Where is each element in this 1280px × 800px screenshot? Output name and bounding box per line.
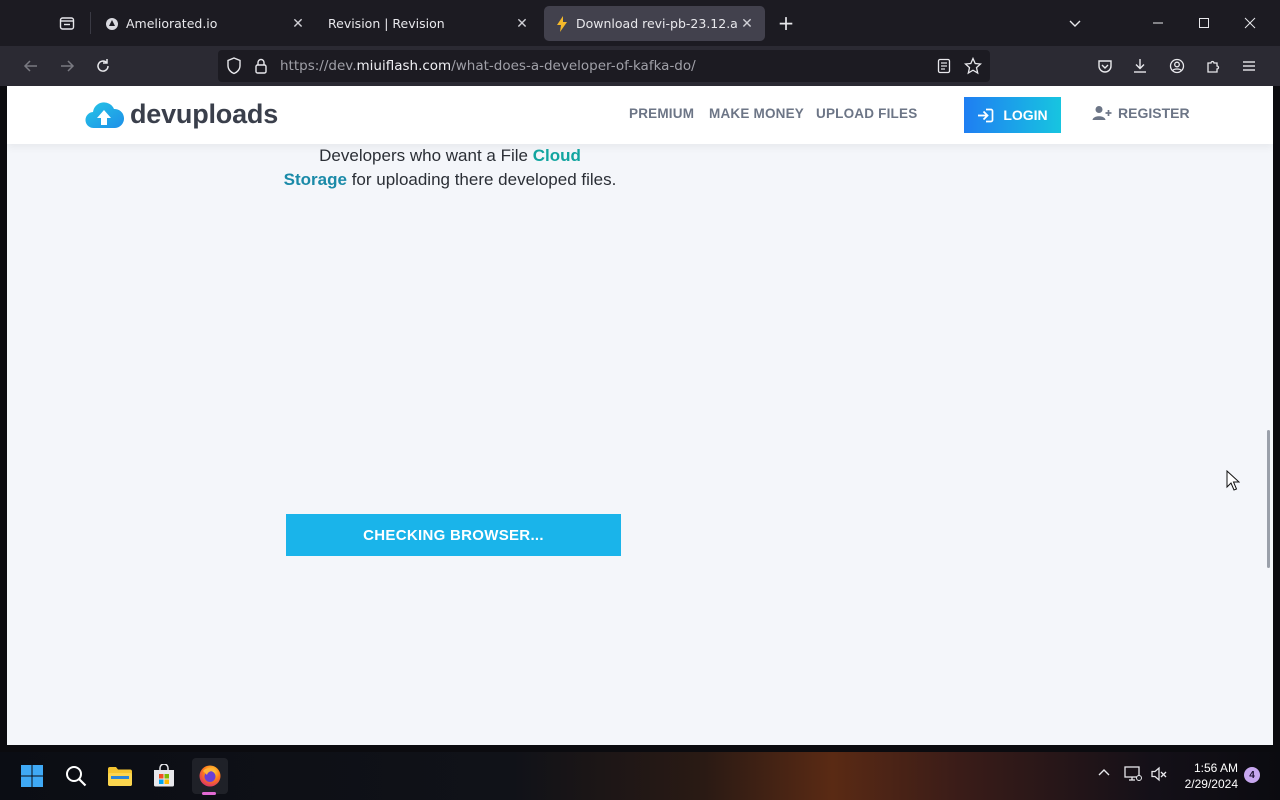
- page-scrollbar-thumb[interactable]: [1267, 430, 1270, 568]
- maximize-icon[interactable]: [1189, 8, 1219, 38]
- close-icon[interactable]: ✕: [290, 16, 306, 32]
- checking-browser-button[interactable]: CHECKING BROWSER...: [286, 514, 621, 556]
- shield-icon[interactable]: [226, 57, 242, 79]
- close-icon[interactable]: ✕: [739, 16, 755, 32]
- menu-upload-files[interactable]: UPLOAD FILES: [816, 106, 917, 121]
- network-icon[interactable]: [1124, 766, 1142, 786]
- forward-arrow-icon[interactable]: [54, 53, 80, 79]
- show-hidden-icons-chevron-icon[interactable]: [1097, 766, 1111, 784]
- lock-icon[interactable]: [254, 57, 268, 79]
- tab-ameliorated[interactable]: Ameliorated.io ✕: [94, 6, 316, 41]
- register-link[interactable]: REGISTER: [1092, 105, 1190, 121]
- navigation-toolbar: https://dev.miuiflash.com/what-does-a-de…: [0, 46, 1280, 86]
- cloud-upload-logo-icon: [85, 101, 124, 128]
- login-icon: [977, 108, 994, 123]
- tab-download[interactable]: Download revi-pb-23.12.apbx D ✕: [544, 6, 765, 41]
- promo-text-part2: for uploading there developed files.: [346, 170, 617, 189]
- minimize-icon[interactable]: [1143, 8, 1173, 38]
- menu-make-money[interactable]: MAKE MONEY: [709, 106, 804, 121]
- mouse-cursor-icon: [1226, 470, 1240, 491]
- account-icon[interactable]: [1164, 53, 1190, 79]
- back-arrow-icon[interactable]: [18, 53, 44, 79]
- system-clock[interactable]: 1:56 AM 2/29/2024: [1178, 760, 1238, 792]
- firefox-taskbar-icon[interactable]: [192, 758, 228, 794]
- url-prefix: https://dev.: [280, 58, 357, 74]
- active-app-indicator: [202, 792, 216, 795]
- notification-count-badge[interactable]: 4: [1244, 767, 1260, 783]
- site-header: devuploads PREMIUM MAKE MONEY UPLOAD FIL…: [7, 86, 1273, 144]
- firefox-view-icon[interactable]: [52, 9, 82, 37]
- login-button[interactable]: LOGIN: [964, 97, 1061, 133]
- windows-start-icon[interactable]: [16, 760, 48, 792]
- clock-time: 1:56 AM: [1193, 761, 1238, 775]
- tab-bar: Ameliorated.io ✕ Revision | Revision ✕ D…: [0, 0, 1280, 46]
- promo-highlight-cloud[interactable]: Cloud: [533, 146, 581, 165]
- ameliorated-favicon-icon: [104, 16, 120, 32]
- list-all-tabs-chevron-icon[interactable]: [1060, 8, 1090, 38]
- promo-text: Developers who want a File Cloud Storage…: [277, 144, 623, 192]
- logo-text: devuploads: [130, 99, 279, 129]
- taskbar: [0, 752, 1280, 800]
- tab-title: Ameliorated.io: [126, 16, 218, 31]
- tab-title: Revision | Revision: [328, 16, 445, 31]
- search-icon[interactable]: [60, 760, 92, 792]
- lightning-favicon-icon: [554, 15, 570, 32]
- reader-view-icon[interactable]: [937, 58, 951, 78]
- pocket-icon[interactable]: [1092, 53, 1118, 79]
- new-tab-plus-icon[interactable]: +: [774, 11, 798, 35]
- bookmark-star-icon[interactable]: [963, 56, 983, 79]
- tab-title: Download revi-pb-23.12.apbx D: [576, 16, 739, 31]
- microsoft-store-icon[interactable]: [148, 760, 180, 792]
- register-label: REGISTER: [1118, 105, 1190, 121]
- url-path: /what-does-a-developer-of-kafka-do/: [451, 58, 696, 74]
- user-plus-icon: [1092, 105, 1112, 121]
- reload-icon[interactable]: [90, 53, 116, 79]
- downloads-icon[interactable]: [1127, 53, 1153, 79]
- promo-text-part1: Developers who want a File: [319, 146, 533, 165]
- extensions-puzzle-icon[interactable]: [1200, 53, 1226, 79]
- close-window-icon[interactable]: [1235, 8, 1265, 38]
- address-bar[interactable]: https://dev.miuiflash.com/what-does-a-de…: [218, 50, 990, 82]
- close-icon[interactable]: ✕: [514, 16, 530, 32]
- menu-premium[interactable]: PREMIUM: [629, 106, 694, 121]
- tab-revision[interactable]: Revision | Revision ✕: [318, 6, 540, 41]
- hamburger-menu-icon[interactable]: [1236, 53, 1262, 79]
- file-explorer-folder-icon[interactable]: [104, 760, 136, 792]
- promo-highlight-storage[interactable]: Storage: [284, 170, 347, 189]
- url-host: miuiflash.com: [356, 58, 452, 74]
- clock-date: 2/29/2024: [1184, 777, 1238, 791]
- tab-separator: [90, 12, 91, 34]
- url-text[interactable]: https://dev.miuiflash.com/what-does-a-de…: [280, 58, 696, 74]
- page-viewport: devuploads PREMIUM MAKE MONEY UPLOAD FIL…: [7, 86, 1273, 745]
- volume-muted-icon[interactable]: [1150, 766, 1168, 786]
- site-logo[interactable]: devuploads: [84, 99, 278, 130]
- login-label: LOGIN: [1003, 107, 1048, 123]
